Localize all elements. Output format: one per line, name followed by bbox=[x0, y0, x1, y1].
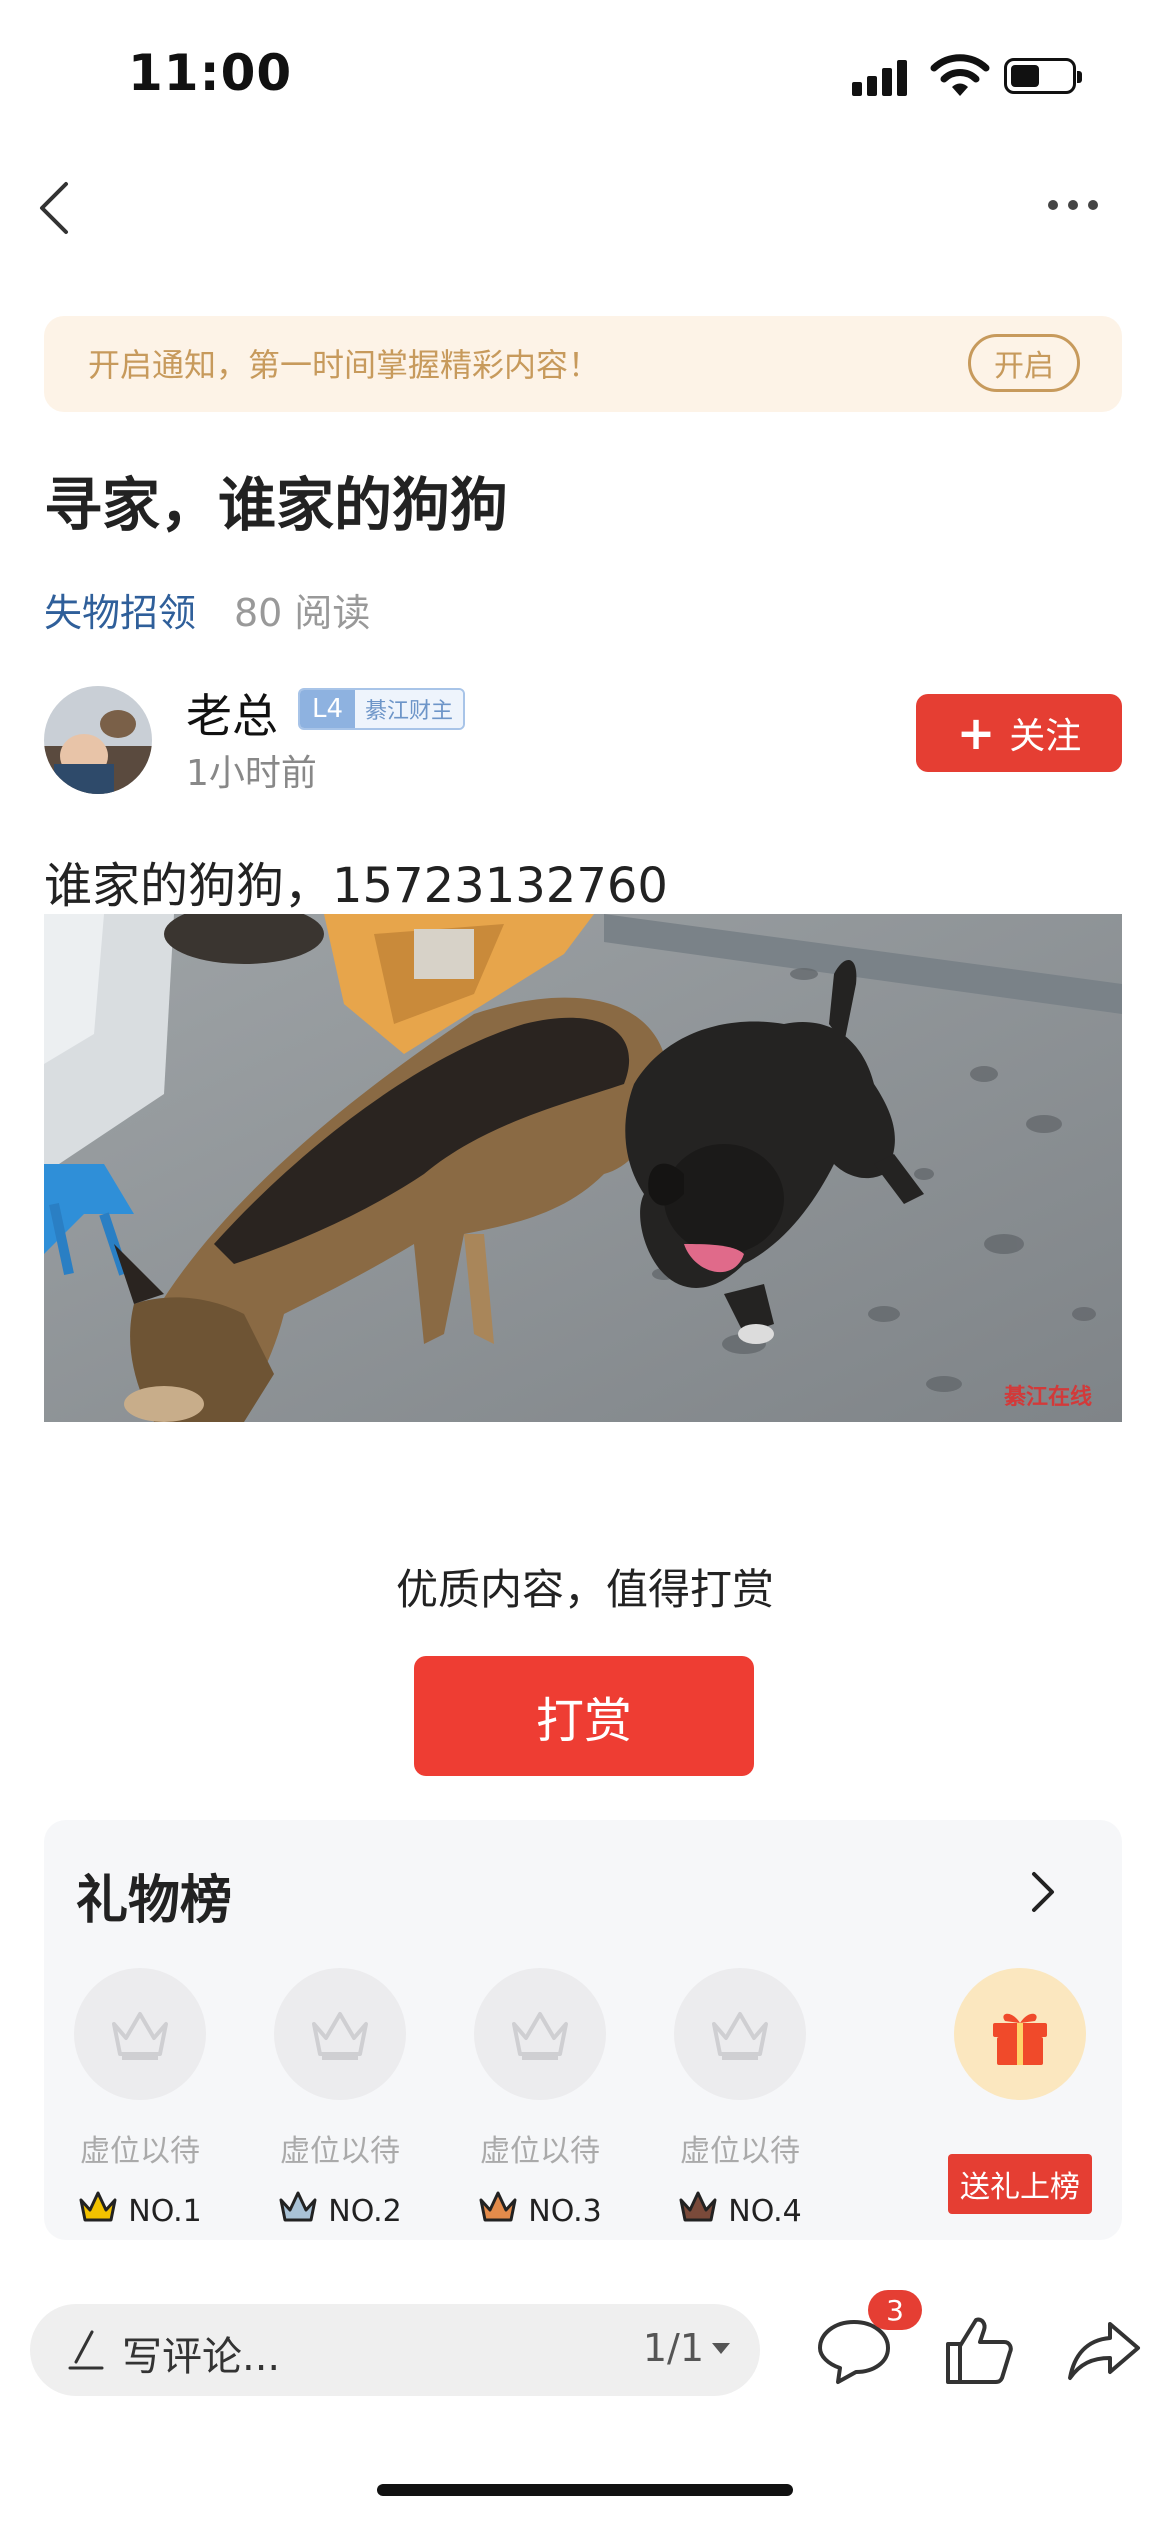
comment-count-badge: 3 bbox=[868, 2290, 922, 2330]
rank-crown-icon bbox=[278, 2190, 318, 2232]
gift-board: 礼物榜 虚位以待 NO.1 虚位以待 NO.2 虚位以待 NO.3 虚位以待 N… bbox=[44, 1820, 1122, 2240]
gift-slot-label: 虚位以待 bbox=[280, 2134, 400, 2169]
author-avatar[interactable] bbox=[44, 686, 152, 794]
gift-slot[interactable]: 虚位以待 NO.4 bbox=[674, 1968, 806, 2232]
plus-icon: + bbox=[956, 706, 996, 760]
reward-button[interactable]: 打赏 bbox=[414, 1656, 754, 1776]
more-options-icon[interactable] bbox=[1048, 200, 1098, 210]
gift-slot[interactable]: 虚位以待 NO.3 bbox=[474, 1968, 606, 2232]
gift-slot-label: 虚位以待 bbox=[480, 2134, 600, 2169]
cellular-signal-icon bbox=[852, 58, 907, 96]
empty-crown-icon bbox=[474, 1968, 606, 2100]
gift-slot-label: 虚位以待 bbox=[80, 2134, 200, 2169]
wifi-icon bbox=[930, 54, 990, 96]
thumbs-up-icon[interactable] bbox=[940, 2310, 1020, 2390]
author-name[interactable]: 老总 bbox=[186, 680, 278, 746]
level-label: L4 bbox=[300, 690, 356, 728]
follow-label: 关注 bbox=[1009, 716, 1082, 757]
rank-label: NO.3 bbox=[528, 2193, 602, 2229]
follow-button[interactable]: + 关注 bbox=[916, 694, 1122, 772]
post-title: 寻家，谁家的狗狗 bbox=[44, 471, 509, 539]
dropdown-triangle-icon bbox=[712, 2342, 730, 2354]
gift-slot[interactable]: 虚位以待 NO.1 bbox=[74, 1968, 206, 2232]
share-arrow-icon[interactable] bbox=[1064, 2310, 1144, 2390]
notification-text: 开启通知，第一时间掌握精彩内容！ bbox=[88, 346, 601, 384]
comment-placeholder: 写评论... bbox=[122, 2334, 281, 2380]
rank-label: NO.1 bbox=[128, 2193, 202, 2229]
notification-banner: 开启通知，第一时间掌握精彩内容！ 开启 bbox=[44, 316, 1122, 412]
back-arrow-icon[interactable] bbox=[34, 178, 74, 238]
rank-crown-icon bbox=[478, 2190, 518, 2232]
empty-crown-icon bbox=[274, 1968, 406, 2100]
enable-notification-button[interactable]: 开启 bbox=[968, 334, 1080, 392]
page-selector[interactable]: 1/1 bbox=[643, 2326, 730, 2370]
rank-label: NO.4 bbox=[728, 2193, 802, 2229]
comment-input[interactable]: 写评论... 1/1 bbox=[30, 2304, 760, 2396]
send-gift-button[interactable]: 送礼上榜 bbox=[948, 2154, 1092, 2214]
rank-crown-icon bbox=[678, 2190, 718, 2232]
battery-icon bbox=[1004, 58, 1082, 94]
status-time: 11:00 bbox=[128, 44, 293, 102]
gift-box-icon[interactable] bbox=[954, 1968, 1086, 2100]
author-level-badge: L4 綦江财主 bbox=[298, 688, 466, 730]
post-image[interactable]: 綦江在线 bbox=[44, 914, 1122, 1422]
gift-board-title: 礼物榜 bbox=[76, 1871, 233, 1931]
empty-crown-icon bbox=[74, 1968, 206, 2100]
pen-icon bbox=[68, 2330, 104, 2370]
level-title: 綦江财主 bbox=[355, 690, 464, 728]
chevron-right-icon[interactable] bbox=[1028, 1870, 1058, 1914]
home-indicator[interactable] bbox=[377, 2484, 793, 2496]
read-count: 80 阅读 bbox=[234, 591, 371, 635]
post-time: 1小时前 bbox=[186, 753, 317, 794]
image-watermark: 綦江在线 bbox=[1004, 1384, 1092, 1410]
page-indicator: 1/1 bbox=[642, 2326, 704, 2370]
gift-slot-label: 虚位以待 bbox=[680, 2134, 800, 2169]
gift-slot[interactable]: 虚位以待 NO.2 bbox=[274, 1968, 406, 2232]
rank-crown-icon bbox=[78, 2190, 118, 2232]
reward-tip: 优质内容，值得打赏 bbox=[395, 1565, 774, 1614]
post-content: 谁家的狗狗，15723132760 bbox=[44, 858, 668, 914]
post-category-link[interactable]: 失物招领 bbox=[44, 582, 196, 637]
empty-crown-icon bbox=[674, 1968, 806, 2100]
rank-label: NO.2 bbox=[328, 2193, 402, 2229]
